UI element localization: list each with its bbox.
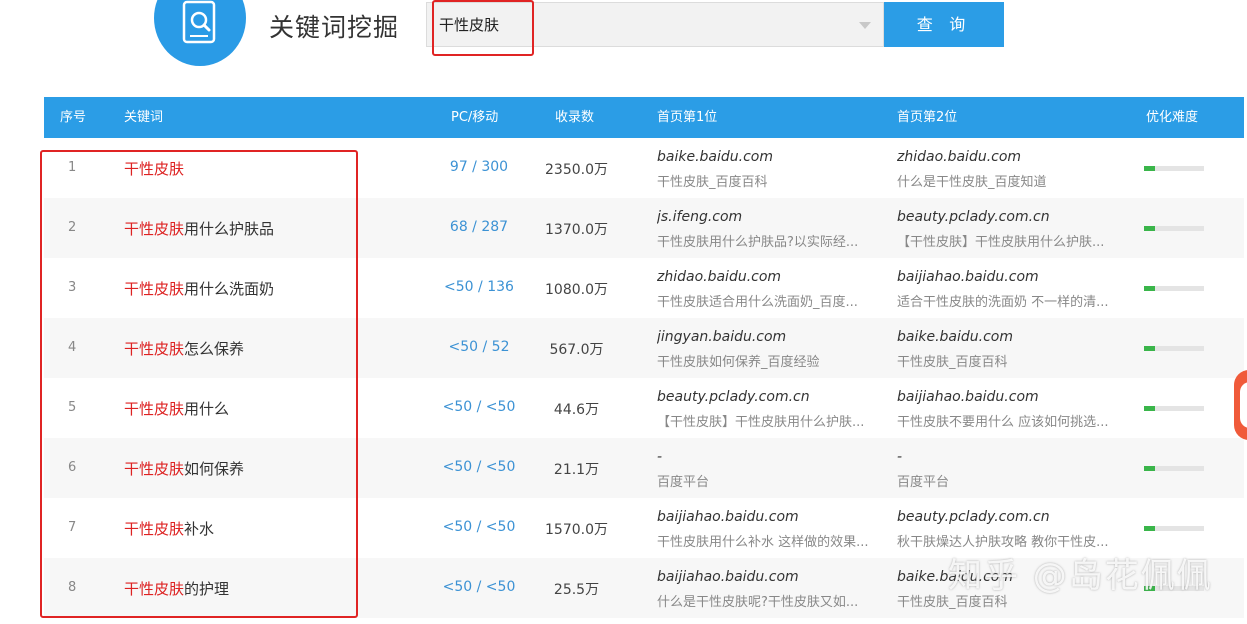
rank1-snippet: 干性皮肤适合用什么洗面奶_百度... (657, 295, 858, 310)
keywords-highlight-box (40, 150, 358, 618)
rank1-site[interactable]: - (657, 449, 885, 465)
indexed-count: 1080.0万 (545, 282, 608, 298)
rank1-snippet: 干性皮肤用什么补水 这样做的效果... (657, 535, 869, 550)
page-title: 关键词挖掘 (269, 13, 400, 42)
rank2-snippet: 干性皮肤不要用什么 应该如何挑选... (897, 415, 1109, 430)
table-header: 序号 关键词 PC/移动 收录数 首页第1位 首页第2位 优化难度 (44, 97, 1244, 138)
rank1-snippet: 【干性皮肤】干性皮肤用什么护肤... (657, 415, 865, 430)
rank2-site[interactable]: baike.baidu.com (897, 329, 1125, 345)
difficulty-bar (1144, 526, 1204, 531)
rank1-snippet: 什么是干性皮肤呢?干性皮肤又如... (657, 595, 859, 610)
rank1-site[interactable]: baike.baidu.com (657, 149, 885, 165)
rank1-site[interactable]: zhidao.baidu.com (657, 269, 885, 285)
difficulty-fill (1144, 286, 1155, 291)
difficulty-bar (1144, 286, 1204, 291)
difficulty-fill (1144, 406, 1155, 411)
rank2-site[interactable]: zhidao.baidu.com (897, 149, 1125, 165)
rank2-site[interactable]: beauty.pclady.com.cn (897, 509, 1125, 525)
pc-mobile-index[interactable]: <50 / <50 (424, 459, 534, 475)
indexed-count: 44.6万 (553, 402, 600, 418)
difficulty-fill (1144, 466, 1155, 471)
difficulty-bar (1144, 166, 1204, 171)
chevron-down-icon[interactable] (859, 22, 871, 29)
indexed-count: 2350.0万 (545, 162, 608, 178)
rank2-site[interactable]: beauty.pclady.com.cn (897, 209, 1125, 225)
indexed-count: 1370.0万 (545, 222, 608, 238)
rank2-snippet: 适合干性皮肤的洗面奶 不一样的清... (897, 295, 1109, 310)
header-rank1: 首页第1位 (657, 110, 718, 125)
rank1-site[interactable]: baijiahao.baidu.com (657, 509, 885, 525)
rank1-snippet: 干性皮肤如何保养_百度经验 (657, 355, 820, 370)
rank2-site[interactable]: - (897, 449, 1125, 465)
header-pc-mobile: PC/移动 (451, 110, 499, 125)
pc-mobile-index[interactable]: 97 / 300 (424, 159, 534, 175)
rank1-site[interactable]: js.ifeng.com (657, 209, 885, 225)
difficulty-bar (1144, 466, 1204, 471)
rank1-snippet: 百度平台 (657, 475, 710, 490)
indexed-count: 567.0万 (549, 342, 604, 358)
difficulty-bar (1144, 226, 1204, 231)
rank1-snippet: 干性皮肤_百度百科 (657, 175, 768, 190)
watermark: 知乎 @岛花佩佩 (948, 556, 1213, 596)
header-index: 序号 (60, 110, 87, 125)
search-highlight-box (432, 0, 534, 56)
difficulty-fill (1144, 226, 1155, 231)
rank2-snippet: 干性皮肤_百度百科 (897, 355, 1008, 370)
side-float-badge-inner (1240, 382, 1247, 428)
indexed-count: 21.1万 (553, 462, 600, 478)
pc-mobile-index[interactable]: <50 / <50 (424, 579, 534, 595)
difficulty-fill (1144, 166, 1155, 171)
rank2-site[interactable]: baijiahao.baidu.com (897, 389, 1125, 405)
header-keyword: 关键词 (124, 110, 164, 125)
pc-mobile-index[interactable]: <50 / 52 (424, 339, 534, 355)
difficulty-fill (1144, 526, 1155, 531)
header-rank2: 首页第2位 (897, 110, 958, 125)
indexed-count: 1570.0万 (545, 522, 608, 538)
difficulty-bar (1144, 346, 1204, 351)
search-document-icon (182, 0, 216, 44)
rank2-snippet: 百度平台 (897, 475, 950, 490)
difficulty-fill (1144, 346, 1155, 351)
rank1-site[interactable]: jingyan.baidu.com (657, 329, 885, 345)
rank2-site[interactable]: baijiahao.baidu.com (897, 269, 1125, 285)
rank1-site[interactable]: beauty.pclady.com.cn (657, 389, 885, 405)
rank1-site[interactable]: baijiahao.baidu.com (657, 569, 885, 585)
query-button[interactable]: 查 询 (884, 2, 1004, 47)
rank1-snippet: 干性皮肤用什么护肤品?以实际经... (657, 235, 859, 250)
pc-mobile-index[interactable]: <50 / 136 (424, 279, 534, 295)
pc-mobile-index[interactable]: 68 / 287 (424, 219, 534, 235)
indexed-count: 25.5万 (553, 582, 600, 598)
pc-mobile-index[interactable]: <50 / <50 (424, 519, 534, 535)
rank2-snippet: 【干性皮肤】干性皮肤用什么护肤... (897, 235, 1105, 250)
rank2-snippet: 什么是干性皮肤_百度知道 (897, 175, 1047, 190)
header-count: 收录数 (555, 110, 595, 125)
header-difficulty: 优化难度 (1146, 110, 1199, 125)
pc-mobile-index[interactable]: <50 / <50 (424, 399, 534, 415)
difficulty-bar (1144, 406, 1204, 411)
